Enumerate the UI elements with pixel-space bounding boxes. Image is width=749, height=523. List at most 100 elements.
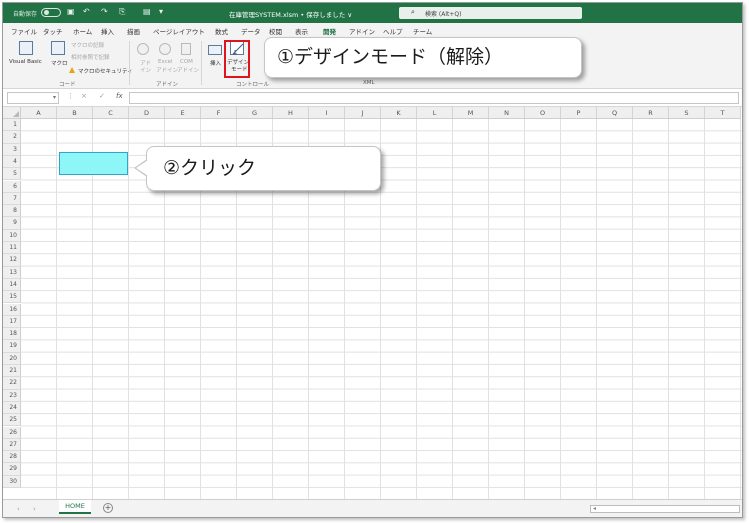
- row-header[interactable]: 21: [3, 365, 21, 378]
- tab-12[interactable]: アドイン: [349, 26, 375, 36]
- relative-ref-button[interactable]: 相対参照で記録: [71, 53, 110, 61]
- insert-control-button[interactable]: 挿入: [210, 59, 221, 67]
- tab-10[interactable]: 表示: [295, 26, 308, 36]
- tab-7[interactable]: 数式: [215, 26, 228, 36]
- com-addins-label-2[interactable]: アドイン: [177, 66, 199, 74]
- visual-basic-button[interactable]: Visual Basic: [9, 59, 42, 65]
- column-header[interactable]: G: [237, 107, 273, 119]
- insert-function-icon[interactable]: fx: [116, 92, 123, 100]
- enter-icon[interactable]: ✓: [99, 92, 105, 100]
- column-header[interactable]: B: [57, 107, 93, 119]
- tab-9[interactable]: 校閲: [269, 26, 282, 36]
- row-header[interactable]: 29: [3, 463, 21, 476]
- row-header[interactable]: 30: [3, 475, 21, 488]
- row-header[interactable]: 18: [3, 328, 21, 341]
- row-header[interactable]: 8: [3, 205, 21, 218]
- tab-3[interactable]: ホーム: [73, 26, 92, 36]
- tab-4[interactable]: 挿入: [101, 26, 114, 36]
- tab-1[interactable]: ファイル: [11, 26, 37, 36]
- tab-2[interactable]: タッチ: [43, 26, 63, 36]
- tab-8[interactable]: データ: [241, 26, 261, 36]
- column-header[interactable]: J: [345, 107, 381, 119]
- com-addins-label-1[interactable]: COM: [180, 59, 193, 65]
- column-header[interactable]: N: [489, 107, 525, 119]
- row-header[interactable]: 6: [3, 180, 21, 193]
- customize-qat-icon[interactable]: ▾: [159, 7, 163, 16]
- row-header[interactable]: 13: [3, 266, 21, 279]
- row-header[interactable]: 19: [3, 340, 21, 353]
- column-header[interactable]: Q: [597, 107, 633, 119]
- macro-button[interactable]: マクロ: [51, 59, 68, 67]
- column-header[interactable]: R: [633, 107, 669, 119]
- column-header[interactable]: F: [201, 107, 237, 119]
- sheet-tab-home[interactable]: HOME: [59, 500, 91, 514]
- column-header[interactable]: I: [309, 107, 345, 119]
- column-header[interactable]: S: [669, 107, 705, 119]
- column-header[interactable]: L: [417, 107, 453, 119]
- select-all-corner[interactable]: [3, 107, 21, 119]
- row-header[interactable]: 11: [3, 242, 21, 255]
- row-header[interactable]: 2: [3, 131, 21, 144]
- row-header[interactable]: 24: [3, 401, 21, 415]
- print-icon[interactable]: ▤: [143, 7, 151, 16]
- quick-access-icon[interactable]: ⎘: [119, 7, 125, 17]
- row-header[interactable]: 17: [3, 315, 21, 329]
- row-header[interactable]: 14: [3, 278, 21, 292]
- column-header[interactable]: P: [561, 107, 597, 119]
- row-header[interactable]: 28: [3, 451, 21, 464]
- horizontal-scrollbar[interactable]: ◂: [590, 505, 740, 513]
- row-header[interactable]: 5: [3, 168, 21, 181]
- cell-area[interactable]: [21, 119, 742, 499]
- row-header[interactable]: 4: [3, 155, 21, 169]
- row-header[interactable]: 16: [3, 303, 21, 316]
- chevron-down-icon[interactable]: ▾: [53, 94, 56, 101]
- row-header[interactable]: 22: [3, 377, 21, 390]
- tab-5[interactable]: 描画: [127, 26, 140, 36]
- record-macro-button[interactable]: マクロの記録: [71, 41, 104, 49]
- excel-addins-label-1[interactable]: Excel: [158, 59, 173, 65]
- macro-button-shape[interactable]: [59, 152, 128, 175]
- column-header[interactable]: K: [381, 107, 417, 119]
- row-header[interactable]: 1: [3, 119, 21, 132]
- excel-addins-icon[interactable]: [159, 43, 171, 55]
- column-header[interactable]: H: [273, 107, 309, 119]
- row-header[interactable]: 26: [3, 426, 21, 439]
- com-addins-icon[interactable]: [181, 43, 191, 55]
- row-header[interactable]: 27: [3, 438, 21, 452]
- undo-icon[interactable]: ↶: [83, 7, 90, 16]
- row-header[interactable]: 25: [3, 414, 21, 427]
- insert-control-icon[interactable]: [208, 45, 222, 55]
- row-header[interactable]: 3: [3, 143, 21, 156]
- save-icon[interactable]: ▣: [67, 7, 75, 16]
- row-header[interactable]: 15: [3, 291, 21, 304]
- row-header[interactable]: 10: [3, 229, 21, 242]
- column-header[interactable]: O: [525, 107, 561, 119]
- search-box[interactable]: ⌕ 検索 (Alt+Q): [399, 7, 582, 19]
- column-header[interactable]: T: [705, 107, 741, 119]
- row-header[interactable]: 12: [3, 254, 21, 267]
- prev-sheet-icon[interactable]: ‹: [17, 505, 20, 513]
- row-header[interactable]: 9: [3, 217, 21, 230]
- next-sheet-icon[interactable]: ›: [33, 505, 36, 513]
- excel-addins-label-2[interactable]: アドイン: [156, 66, 178, 74]
- macro-security-button[interactable]: マクロのセキュリティ: [78, 67, 133, 75]
- column-header[interactable]: M: [453, 107, 489, 119]
- addins-icon[interactable]: [137, 43, 149, 55]
- macro-icon[interactable]: [51, 41, 65, 55]
- autosave-toggle[interactable]: [41, 8, 61, 17]
- formula-input[interactable]: [129, 92, 739, 104]
- tab-13[interactable]: ヘルプ: [383, 26, 403, 36]
- column-header[interactable]: D: [129, 107, 165, 119]
- tab-11[interactable]: 開発: [323, 26, 336, 39]
- redo-icon[interactable]: ↷: [101, 7, 108, 16]
- column-header[interactable]: E: [165, 107, 201, 119]
- visual-basic-icon[interactable]: [19, 41, 33, 55]
- row-header[interactable]: 7: [3, 192, 21, 206]
- name-box[interactable]: ▾: [7, 92, 59, 104]
- tab-6[interactable]: ページレイアウト: [153, 26, 205, 36]
- tab-14[interactable]: チーム: [413, 26, 432, 36]
- add-sheet-button[interactable]: +: [103, 503, 113, 513]
- column-header[interactable]: A: [21, 107, 57, 119]
- scroll-left-icon[interactable]: ◂: [593, 505, 596, 512]
- column-header[interactable]: C: [93, 107, 129, 119]
